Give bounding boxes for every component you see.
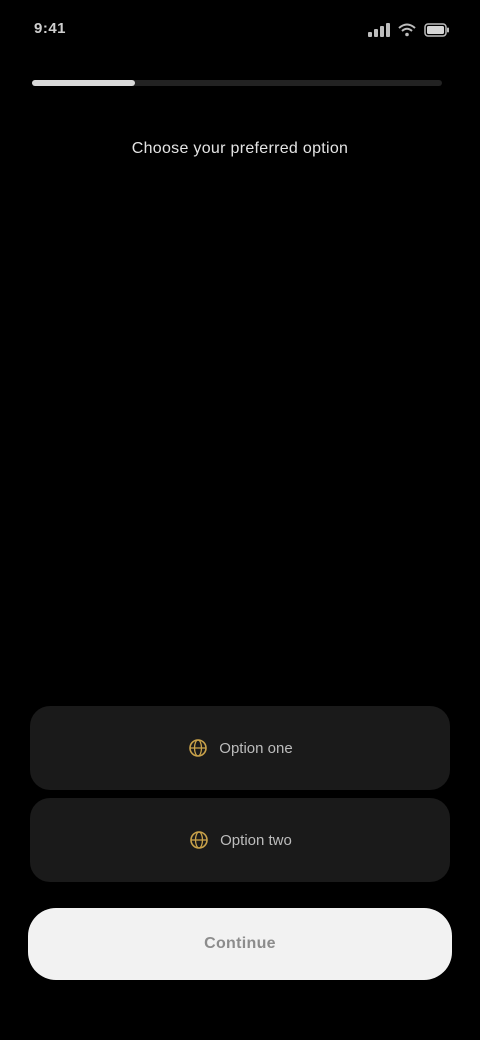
wifi-icon <box>398 23 416 37</box>
option-card-2[interactable]: Option two <box>30 798 450 882</box>
options-list: Option one Option two <box>30 706 450 890</box>
status-time: 9:41 <box>34 20 67 37</box>
option-label-1: Option one <box>219 739 293 757</box>
globe-icon <box>188 829 210 851</box>
status-bar: 9:41 <box>0 0 480 60</box>
header <box>0 66 480 106</box>
option-label-2: Option two <box>220 831 292 849</box>
progress-bar <box>32 80 442 86</box>
continue-button-label: Continue <box>204 935 276 952</box>
signal-icon <box>368 23 390 37</box>
globe-icon <box>187 737 209 759</box>
option-card-1[interactable]: Option one <box>30 706 450 790</box>
status-icons <box>368 20 450 40</box>
continue-button[interactable]: Continue <box>28 908 452 980</box>
progress-fill <box>32 80 135 86</box>
page-title: Choose your preferred option <box>131 140 349 157</box>
battery-icon <box>424 23 450 37</box>
